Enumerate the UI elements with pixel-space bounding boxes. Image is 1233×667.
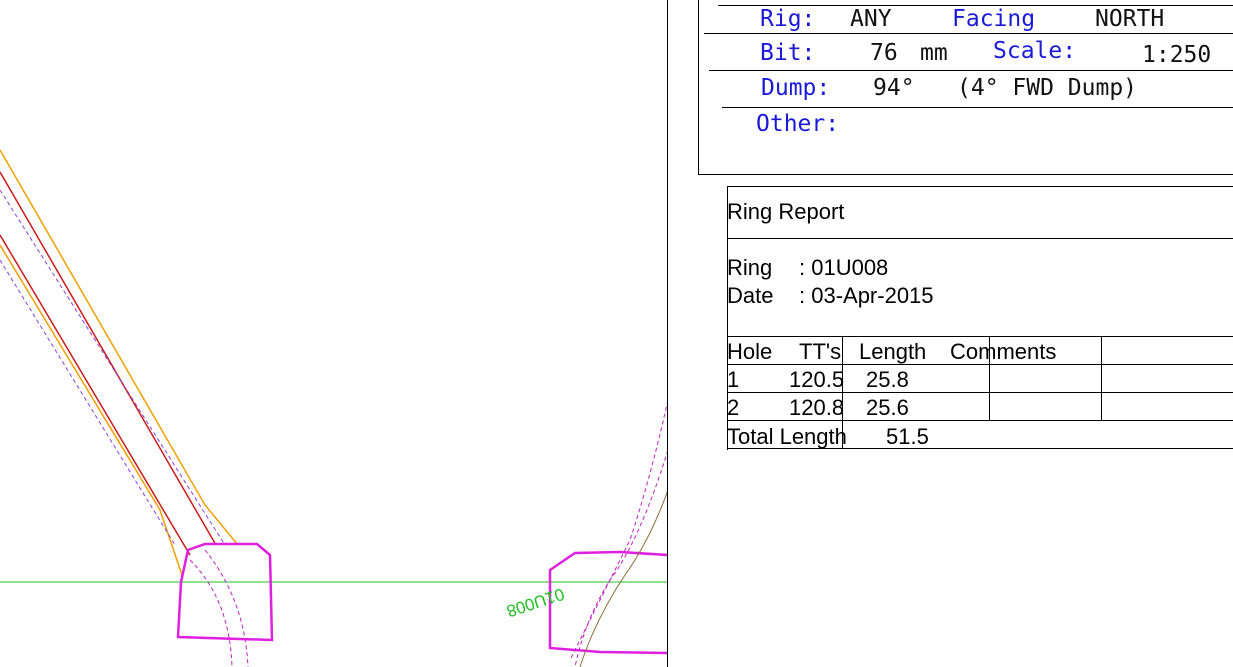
panel-divider [667, 0, 668, 667]
ring-drawing: 01U008 [0, 149, 668, 667]
ring-value: : 01U008 [799, 255, 889, 280]
dump-label: Dump: [761, 75, 831, 101]
row2-length: 25.6 [866, 395, 909, 420]
col-header-tts: TT's [799, 339, 842, 364]
ring-label: Ring [727, 255, 773, 280]
row1-length: 25.8 [866, 367, 909, 392]
plan-header: Rig: ANY Facing NORTH Bit: 76 mm Scale: … [698, 0, 1233, 175]
header-rule-1 [704, 33, 1233, 34]
facing-label: Facing [952, 6, 1036, 32]
row2-tt: 120.8 [789, 395, 845, 420]
ring-profile-current [176, 542, 274, 642]
rig-value: ANY [850, 6, 892, 32]
row1-hole: 1 [727, 367, 740, 392]
dashed-guide-3 [189, 559, 233, 667]
prev-profile-line [579, 489, 668, 667]
ring-report: Ring Report Ring : 01U008 Date : 03-Apr-… [727, 186, 1233, 450]
header-rule-2 [709, 70, 1233, 71]
dashed-guide-6 [574, 449, 668, 667]
row1-tt: 120.5 [789, 367, 845, 392]
date-label: Date [727, 283, 774, 308]
row2-hole: 2 [727, 395, 740, 420]
hole-centerline-1 [0, 171, 217, 546]
report-col-divider-3 [1101, 336, 1102, 420]
dashed-guide-5 [569, 399, 668, 661]
report-rule-row1 [727, 364, 1233, 365]
header-border-bottom [698, 174, 1233, 175]
hole-outline-inner [0, 244, 184, 579]
bit-value: 76 [870, 40, 898, 66]
drawing-canvas[interactable]: 01U008 [0, 0, 668, 667]
col-header-hole: Hole [727, 339, 773, 364]
hole-centerline-2 [0, 234, 191, 556]
report-rule-header [727, 336, 1233, 337]
total-label: Total Length [727, 424, 847, 449]
report-rule-row2 [727, 392, 1233, 393]
report-rule-title [727, 238, 1233, 239]
dump-note: (4° FWD Dump) [957, 75, 1138, 101]
bit-label: Bit: [760, 40, 816, 66]
total-value: 51.5 [886, 424, 929, 449]
report-title: Ring Report [727, 199, 845, 224]
hole-outline-outer [0, 149, 239, 546]
ring-id-label: 01U008 [504, 584, 567, 620]
header-rule-3 [722, 107, 1233, 108]
dashed-guide-1 [0, 189, 226, 546]
col-header-comments: Comments [950, 339, 1057, 364]
scale-label: Scale: [993, 38, 1077, 64]
report-rule-top [727, 186, 1233, 187]
other-label: Other: [756, 111, 840, 137]
scale-value: 1:250 [1142, 42, 1212, 68]
report-rule-row3 [727, 420, 1233, 421]
header-border-left [698, 0, 699, 175]
bit-unit: mm [920, 40, 948, 66]
dump-value: 94° [873, 75, 915, 101]
rig-label: Rig: [760, 6, 816, 32]
col-header-length: Length [859, 339, 927, 364]
facing-value: NORTH [1095, 6, 1165, 32]
dashed-guide-4 [204, 549, 249, 667]
date-value: : 03-Apr-2015 [799, 283, 934, 308]
